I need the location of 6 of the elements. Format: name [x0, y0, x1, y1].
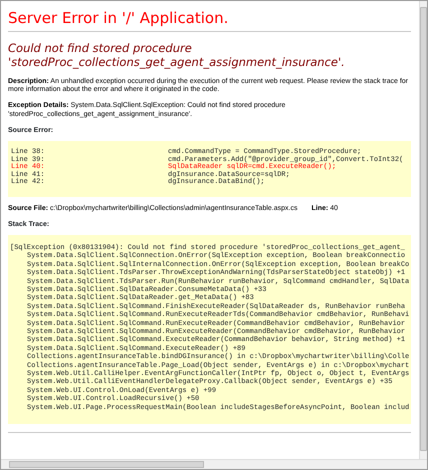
error-heading: Could not find stored procedure 'storedProc_collections_get_agent_assignment_insurance'.	[8, 42, 346, 70]
scrollbar-thumb[interactable]	[420, 7, 427, 451]
page-title: Server Error in '/' Application.	[8, 9, 230, 27]
horizontal-scrollbar[interactable]	[1, 459, 427, 469]
scrollbar-thumb[interactable]	[9, 461, 204, 468]
vertical-scrollbar[interactable]	[419, 1, 427, 459]
